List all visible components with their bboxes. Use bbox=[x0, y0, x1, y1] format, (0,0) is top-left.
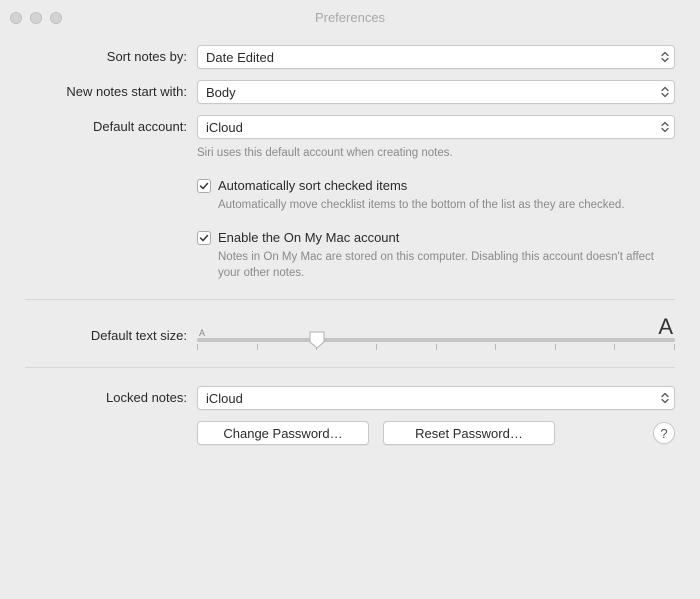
new-notes-select[interactable]: Body bbox=[197, 80, 675, 104]
new-notes-label: New notes start with: bbox=[25, 80, 197, 99]
select-stepper-icon bbox=[661, 52, 669, 63]
slider-tick bbox=[555, 344, 556, 350]
default-account-value: iCloud bbox=[206, 120, 243, 135]
locked-notes-label: Locked notes: bbox=[25, 386, 197, 405]
window-title: Preferences bbox=[10, 10, 690, 25]
divider bbox=[25, 367, 675, 368]
divider bbox=[25, 299, 675, 300]
slider-thumb[interactable] bbox=[309, 331, 325, 349]
default-account-helper: Siri uses this default account when crea… bbox=[197, 145, 675, 161]
help-icon: ? bbox=[660, 426, 667, 441]
locked-notes-value: iCloud bbox=[206, 391, 243, 406]
default-account-label: Default account: bbox=[25, 115, 197, 134]
default-account-select[interactable]: iCloud bbox=[197, 115, 675, 139]
text-size-slider[interactable]: A A bbox=[197, 316, 675, 342]
sort-notes-value: Date Edited bbox=[206, 50, 274, 65]
slider-tick bbox=[614, 344, 615, 350]
zoom-button[interactable] bbox=[50, 12, 62, 24]
slider-tick bbox=[495, 344, 496, 350]
text-size-label: Default text size: bbox=[25, 314, 197, 343]
select-stepper-icon bbox=[661, 87, 669, 98]
auto-sort-label: Automatically sort checked items bbox=[218, 178, 407, 193]
reset-password-button[interactable]: Reset Password… bbox=[383, 421, 555, 445]
slider-tick bbox=[257, 344, 258, 350]
titlebar: Preferences bbox=[0, 0, 700, 35]
slider-mark-large: A bbox=[658, 316, 673, 338]
slider-tick bbox=[197, 344, 198, 350]
sort-notes-label: Sort notes by: bbox=[25, 45, 197, 64]
slider-mark-small: A bbox=[199, 329, 205, 338]
locked-notes-select[interactable]: iCloud bbox=[197, 386, 675, 410]
enable-onmymac-label: Enable the On My Mac account bbox=[218, 230, 399, 245]
auto-sort-checkbox[interactable] bbox=[197, 179, 211, 193]
select-stepper-icon bbox=[661, 393, 669, 404]
auto-sort-desc: Automatically move checklist items to th… bbox=[218, 197, 675, 213]
select-stepper-icon bbox=[661, 122, 669, 133]
enable-onmymac-desc: Notes in On My Mac are stored on this co… bbox=[218, 249, 675, 281]
slider-tick bbox=[376, 344, 377, 350]
help-button[interactable]: ? bbox=[653, 422, 675, 444]
traffic-lights bbox=[10, 12, 62, 24]
close-button[interactable] bbox=[10, 12, 22, 24]
minimize-button[interactable] bbox=[30, 12, 42, 24]
slider-tick bbox=[674, 344, 675, 350]
slider-tick bbox=[436, 344, 437, 350]
sort-notes-select[interactable]: Date Edited bbox=[197, 45, 675, 69]
slider-track[interactable] bbox=[197, 338, 675, 342]
change-password-button[interactable]: Change Password… bbox=[197, 421, 369, 445]
enable-onmymac-checkbox[interactable] bbox=[197, 231, 211, 245]
new-notes-value: Body bbox=[206, 85, 236, 100]
